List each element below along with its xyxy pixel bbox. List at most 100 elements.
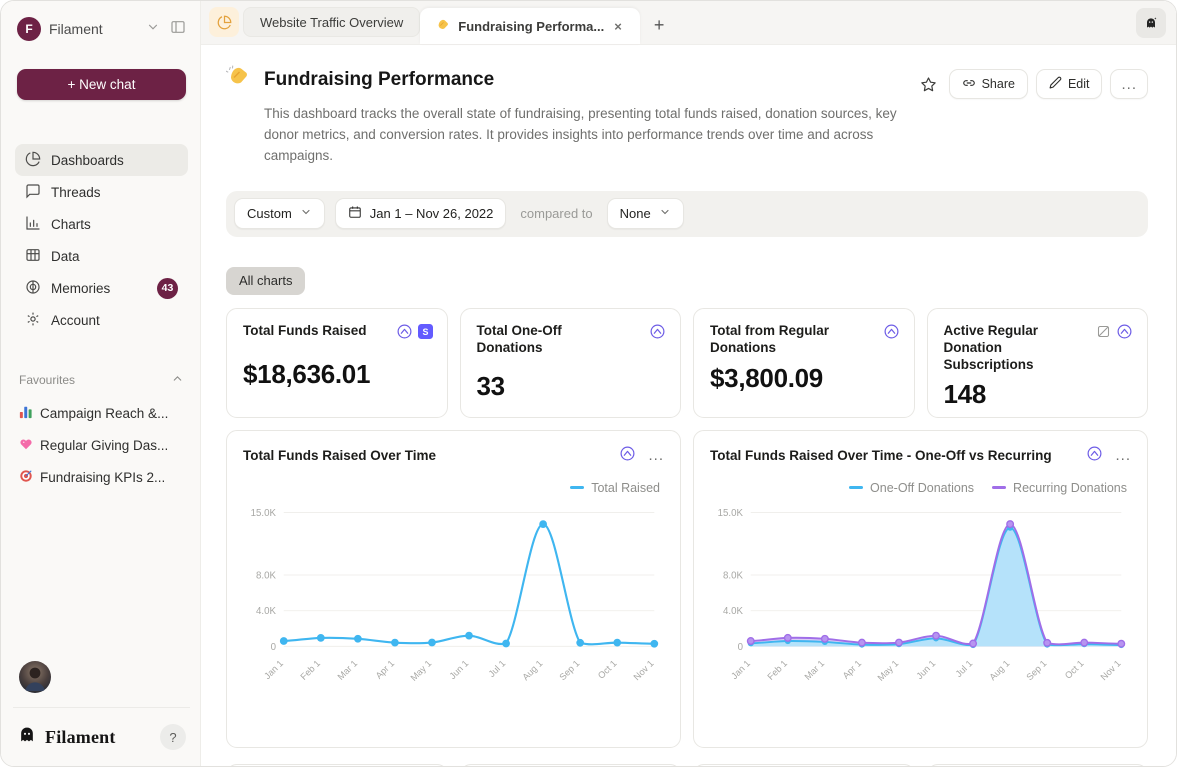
svg-text:0: 0 [738, 642, 744, 653]
dashboard-home-icon[interactable] [209, 7, 239, 37]
svg-text:Aug 1: Aug 1 [520, 658, 544, 682]
workspace-switcher[interactable]: F Filament [15, 15, 188, 43]
sidebar-item-label: Memories [51, 281, 110, 296]
bar-chart-emoji-icon [19, 405, 33, 422]
more-options-button[interactable]: ... [1110, 69, 1148, 99]
chart-legend: One-Off Donations Recurring Donations [710, 481, 1127, 495]
range-type-select[interactable]: Custom [234, 198, 325, 229]
ghost-assistant-button[interactable] [1136, 8, 1166, 38]
area-chart: 04.0K8.0K15.0KJan 1Feb 1Mar 1Apr 1May 1J… [710, 497, 1131, 705]
chart-menu-button[interactable]: ... [648, 447, 664, 464]
workspace-logo: F [17, 17, 41, 41]
share-label: Share [982, 77, 1015, 91]
svg-text:Jan 1: Jan 1 [729, 658, 752, 681]
sidebar-item-memories[interactable]: Memories 43 [15, 272, 188, 304]
favourites-list: Campaign Reach &... Regular Giving Das..… [15, 400, 188, 490]
sidebar-item-data[interactable]: Data [15, 240, 188, 272]
svg-text:4.0K: 4.0K [256, 606, 276, 617]
sidebar-item-account[interactable]: Account [15, 304, 188, 336]
link-icon [962, 76, 976, 93]
legend-label: Total Raised [591, 481, 660, 495]
kpi-card-ticket-sales[interactable]: Total from Ticket Sales [226, 764, 448, 766]
kpi-card-donation-form-conversion[interactable]: Donation Form Conversion [460, 764, 682, 766]
chart-title: Total Funds Raised Over Time [243, 448, 436, 463]
favourite-item-regular-giving[interactable]: Regular Giving Das... [15, 432, 188, 458]
user-avatar[interactable] [19, 661, 51, 693]
svg-text:Apr 1: Apr 1 [374, 658, 397, 681]
chat-bubble-icon [25, 183, 41, 202]
svg-text:Mar 1: Mar 1 [336, 658, 360, 682]
date-range-button[interactable]: Jan 1 – Nov 26, 2022 [335, 198, 507, 229]
collapse-sidebar-icon[interactable] [170, 19, 186, 40]
chevron-up-icon[interactable] [171, 372, 184, 388]
tab-website-traffic[interactable]: Website Traffic Overview [243, 7, 420, 37]
pie-chart-icon [25, 151, 41, 170]
kpi-title: Total One-Off Donations [477, 323, 627, 357]
tab-bar: Website Traffic Overview Fundraising Per… [201, 1, 1176, 45]
svg-text:Nov 1: Nov 1 [1099, 658, 1123, 682]
sidebar-nav: Dashboards Threads Charts Data Memories … [15, 144, 188, 336]
kpi-value: 33 [477, 371, 667, 402]
kpi-card-total-funds-raised[interactable]: Total Funds Raised S $18,636.01 [226, 308, 448, 418]
svg-text:15.0K: 15.0K [718, 508, 744, 519]
stripe-badge-icon: S [418, 324, 433, 344]
favourites-label: Favourites [19, 373, 75, 387]
chart-card-oneoff-vs-recurring[interactable]: Total Funds Raised Over Time - One-Off v… [693, 430, 1148, 748]
svg-text:Feb 1: Feb 1 [765, 658, 789, 682]
main-area: Website Traffic Overview Fundraising Per… [201, 1, 1176, 766]
chevron-down-icon [300, 206, 312, 221]
chart-source-icon [396, 323, 413, 345]
kpi-card-tickets-sold[interactable]: Number of Tickets Sold [693, 764, 915, 766]
svg-text:Jun 1: Jun 1 [914, 658, 937, 681]
sidebar-item-charts[interactable]: Charts [15, 208, 188, 240]
favourite-item-fundraising-kpis[interactable]: Fundraising KPIs 2... [15, 464, 188, 490]
favourite-item-label: Campaign Reach &... [40, 406, 168, 421]
help-button[interactable]: ? [160, 724, 186, 750]
filter-bar: Custom Jan 1 – Nov 26, 2022 compared to … [226, 191, 1148, 237]
compare-select[interactable]: None [607, 198, 684, 229]
kpi-title: Total from Regular Donations [710, 323, 860, 357]
kpi-card-one-off-donations[interactable]: Total One-Off Donations 33 [460, 308, 682, 418]
star-favourite-button[interactable] [916, 72, 941, 97]
chart-card-total-funds-over-time[interactable]: Total Funds Raised Over Time ... Total R… [226, 430, 681, 748]
pencil-icon [1049, 76, 1062, 92]
kpi-value: 148 [944, 379, 1134, 410]
wave-emoji-icon [436, 18, 450, 35]
heart-emoji-icon [19, 437, 33, 454]
legend-item: One-Off Donations [849, 481, 974, 495]
svg-text:May 1: May 1 [409, 658, 434, 683]
sidebar-item-label: Dashboards [51, 153, 124, 168]
svg-text:15.0K: 15.0K [251, 508, 277, 519]
kpi-title: Active Regular Donation Subscriptions [944, 323, 1091, 374]
chart-source-icon [883, 323, 900, 345]
sidebar-item-label: Threads [51, 185, 101, 200]
chart-menu-button[interactable]: ... [1115, 447, 1131, 464]
favourite-item-campaign-reach[interactable]: Campaign Reach &... [15, 400, 188, 426]
svg-text:S: S [422, 327, 428, 337]
all-charts-chip[interactable]: All charts [226, 267, 305, 295]
svg-text:Mar 1: Mar 1 [803, 658, 827, 682]
sidebar-item-threads[interactable]: Threads [15, 176, 188, 208]
tab-label: Website Traffic Overview [260, 15, 403, 30]
share-button[interactable]: Share [949, 69, 1028, 99]
chart-title: Total Funds Raised Over Time - One-Off v… [710, 448, 1052, 463]
chevron-down-icon [659, 206, 671, 221]
new-chat-button[interactable]: + New chat [17, 69, 186, 100]
kpi-card-avg-donation-size[interactable]: Avg Donation Size (All [927, 764, 1149, 766]
target-emoji-icon [19, 469, 33, 486]
edit-label: Edit [1068, 77, 1090, 91]
edit-button[interactable]: Edit [1036, 69, 1103, 99]
tab-fundraising-performance[interactable]: Fundraising Performa... × [420, 8, 640, 44]
close-tab-icon[interactable]: × [612, 19, 624, 34]
favourites-header[interactable]: Favourites [15, 372, 188, 388]
sidebar-item-dashboards[interactable]: Dashboards [15, 144, 188, 176]
kpi-card-regular-donations[interactable]: Total from Regular Donations $3,800.09 [693, 308, 915, 418]
bottom-card-row: Total from Ticket Sales Donation Form Co… [226, 764, 1148, 766]
kpi-card-active-subscriptions[interactable]: Active Regular Donation Subscriptions 14… [927, 308, 1149, 418]
table-icon [25, 247, 41, 266]
chevron-down-icon[interactable] [146, 20, 160, 39]
ghost-logo-icon [17, 725, 37, 750]
new-tab-button[interactable]: + [640, 15, 679, 36]
sidebar: F Filament + New chat Dashboards Threads… [1, 1, 201, 766]
sidebar-item-label: Account [51, 313, 100, 328]
